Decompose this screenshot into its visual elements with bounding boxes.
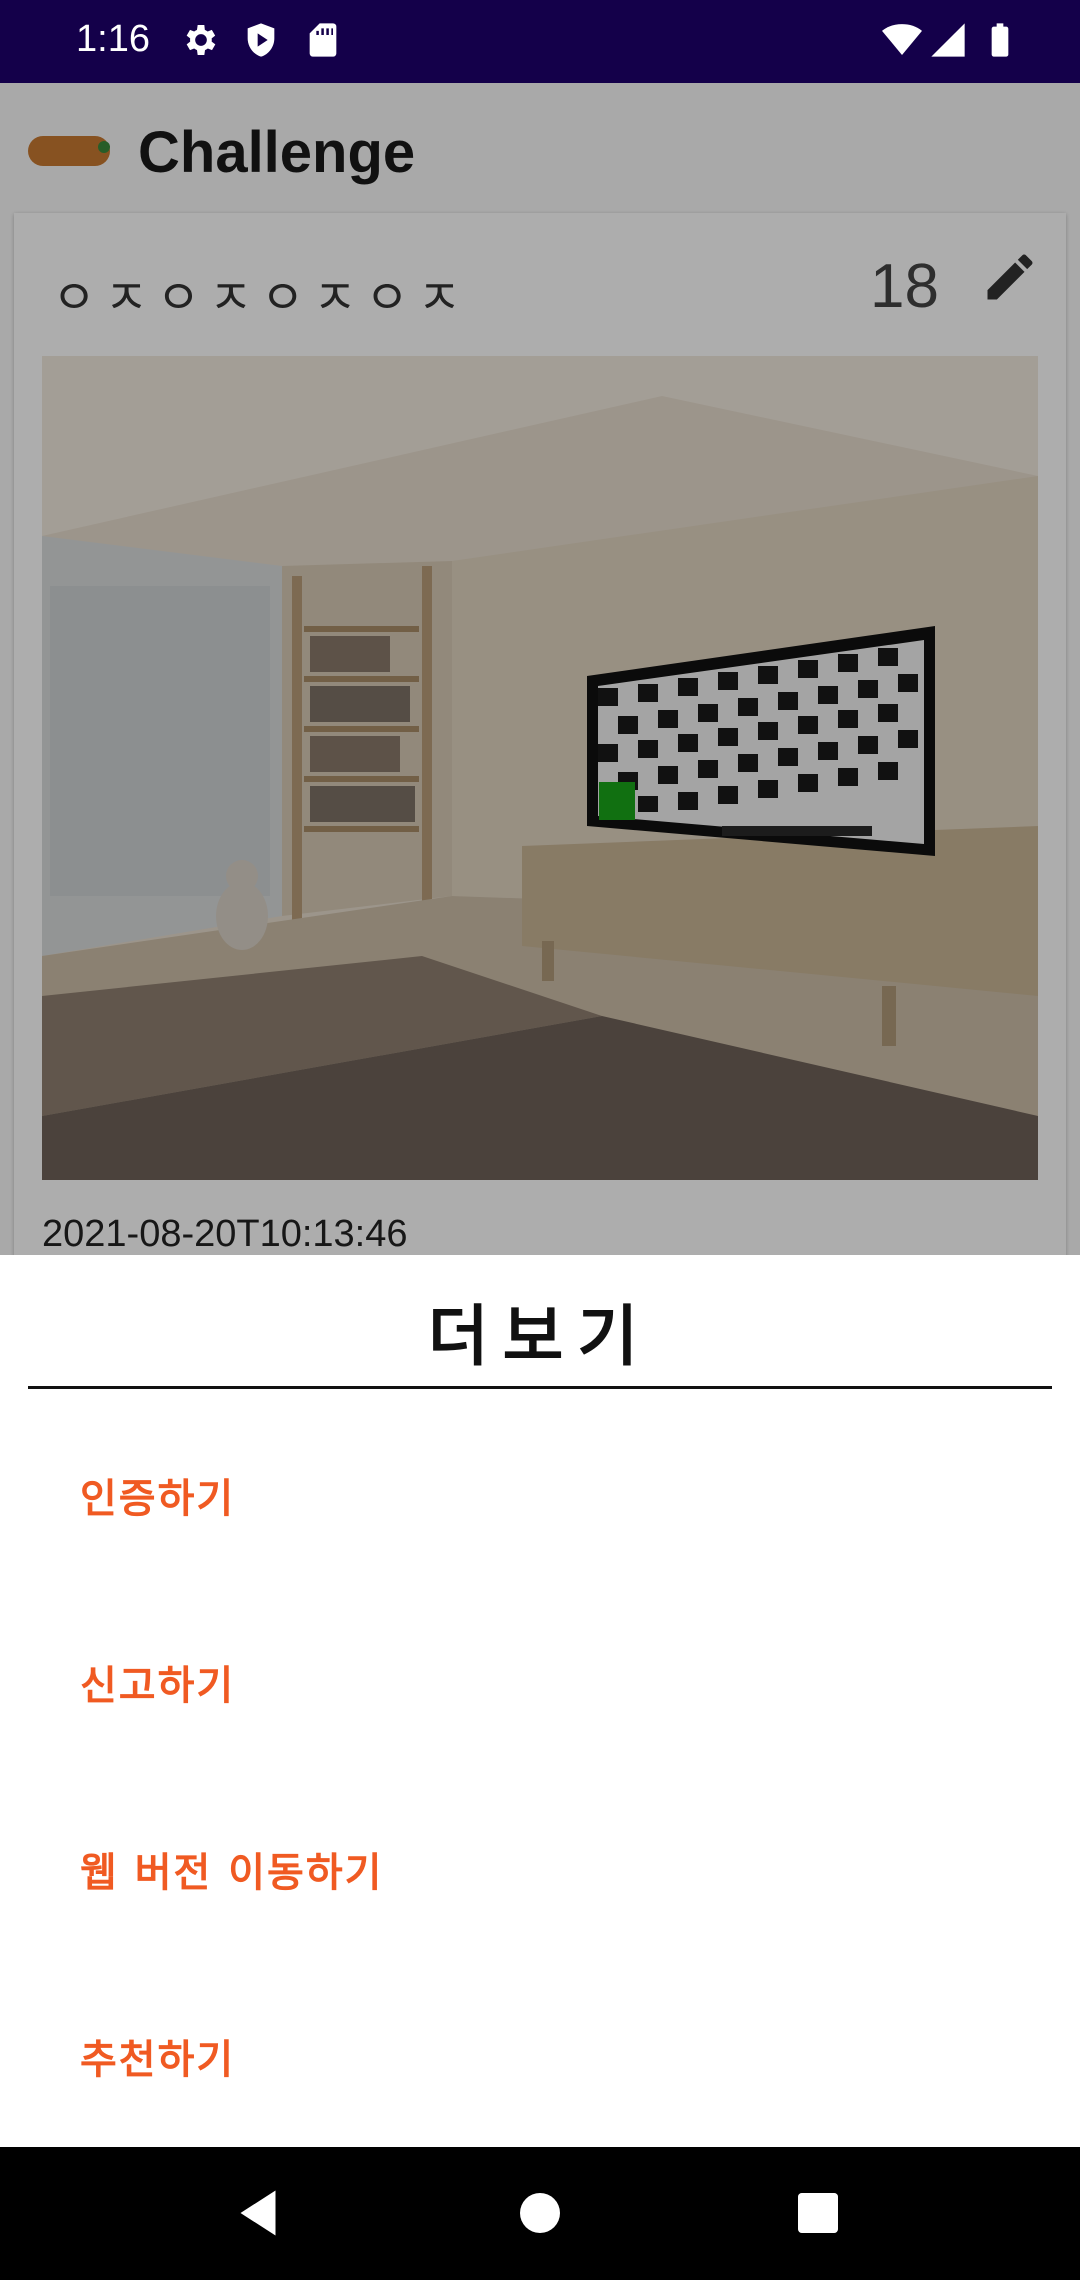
status-time: 1:16 — [76, 18, 150, 60]
recents-icon[interactable] — [788, 2183, 848, 2243]
home-icon[interactable] — [510, 2183, 570, 2243]
verify-menu-item[interactable]: 인증하기 — [80, 1466, 235, 1524]
sheet-divider — [28, 1386, 1052, 1389]
modal-scrim[interactable] — [0, 83, 1080, 1255]
more-options-sheet: 더보기 인증하기 신고하기 웹 버전 이동하기 추천하기 — [0, 1255, 1080, 2147]
sheet-title: 더보기 — [427, 1298, 653, 1375]
report-menu-item[interactable]: 신고하기 — [80, 1653, 235, 1711]
navigation-bar — [0, 2147, 1080, 2280]
back-icon[interactable] — [228, 2183, 288, 2243]
wifi-icon — [882, 24, 922, 55]
shield-play-icon — [247, 23, 275, 57]
battery-icon — [991, 23, 1009, 57]
signal-icon — [931, 23, 965, 57]
gear-icon — [186, 25, 216, 55]
web-version-menu-item[interactable]: 웹 버전 이동하기 — [80, 1840, 383, 1898]
status-bar: 1:16 — [0, 0, 1080, 83]
recommend-menu-item[interactable]: 추천하기 — [80, 2027, 235, 2085]
sd-card-icon — [309, 23, 337, 57]
